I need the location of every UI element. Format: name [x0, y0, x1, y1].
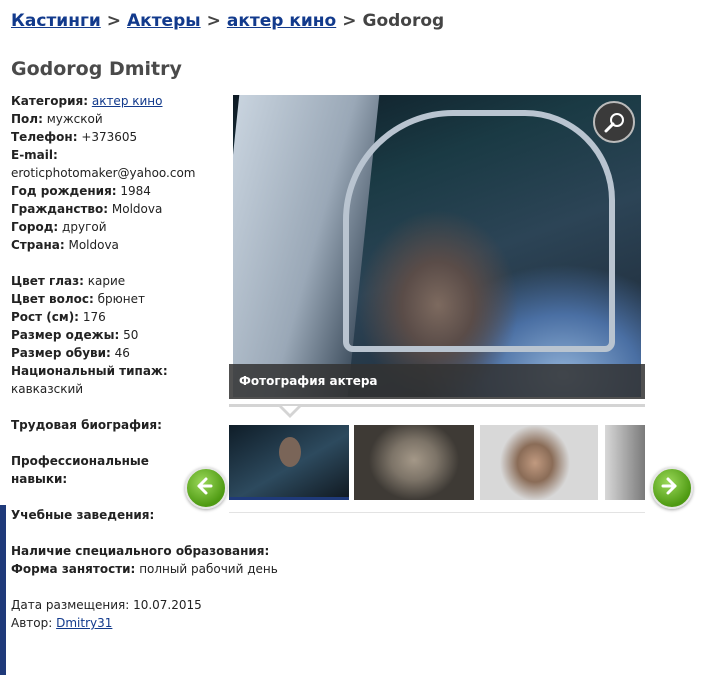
thumbnail-4[interactable] [605, 425, 645, 500]
info-city: Город: другой [11, 220, 107, 234]
magnifier-icon[interactable] [593, 101, 635, 143]
breadcrumb-film-actor[interactable]: актер кино [227, 11, 336, 31]
info-author: Автор: Dmitry31 [11, 616, 113, 630]
info-skills-label-1: Профессиональные [11, 454, 149, 468]
active-thumb-pointer [279, 406, 301, 418]
posted-date: Дата размещения: 10.07.2015 [11, 598, 202, 612]
photo-car-window [343, 110, 615, 352]
left-accent-bar [0, 505, 6, 675]
breadcrumb-separator: > [106, 11, 121, 31]
arrow-left-icon[interactable] [185, 467, 227, 509]
info-clothes-size: Размер одежы: 50 [11, 328, 139, 342]
thumbnail-strip-baseline [229, 512, 645, 513]
info-email-label: E-mail: [11, 148, 58, 162]
breadcrumb-separator: > [342, 11, 357, 31]
info-eye-color: Цвет глаз: карие [11, 274, 126, 288]
info-country: Страна: Moldova [11, 238, 119, 252]
info-national-type-label: Национальный типаж: [11, 364, 168, 378]
info-citizenship: Гражданство: Moldova [11, 202, 163, 216]
breadcrumb-separator: > [206, 11, 221, 31]
info-email-value: eroticphotomaker@yahoo.com [11, 166, 196, 180]
info-hair-color: Цвет волос: брюнет [11, 292, 145, 306]
main-photo[interactable] [233, 95, 641, 397]
author-link[interactable]: Dmitry31 [56, 616, 112, 630]
thumbnail-strip [229, 425, 645, 500]
breadcrumb-actors[interactable]: Актеры [127, 11, 201, 31]
info-height: Рост (см): 176 [11, 310, 106, 324]
thumbnail-2[interactable] [354, 425, 474, 500]
info-gender: Пол: мужской [11, 112, 103, 126]
page-title: Godorog Dmitry [11, 58, 182, 80]
info-phone: Телефон: +373605 [11, 130, 138, 144]
info-category: Категория: актер кино [11, 94, 163, 108]
info-shoe-size: Размер обуви: 46 [11, 346, 130, 360]
breadcrumb-current: Godorog [362, 11, 445, 31]
info-employment: Форма занятости: полный рабочий день [11, 562, 278, 576]
actor-info: Категория: актер кино Пол: мужской Телеф… [11, 92, 278, 632]
arrow-right-icon[interactable] [651, 467, 693, 509]
photo-caption: Фотография актера [229, 364, 645, 399]
info-work-bio: Трудовая биография: [11, 418, 162, 432]
info-birth-year: Год рождения: 1984 [11, 184, 151, 198]
info-national-type-value: кавказский [11, 382, 84, 396]
thumbnail-3[interactable] [480, 425, 598, 500]
info-schools: Учебные заведения: [11, 508, 155, 522]
info-special-education: Наличие специального образования: [11, 544, 270, 558]
category-link[interactable]: актер кино [92, 94, 163, 108]
breadcrumb: Кастинги > Актеры > актер кино > Godorog [11, 11, 444, 31]
breadcrumb-castings[interactable]: Кастинги [11, 11, 101, 31]
thumbnail-1[interactable] [229, 425, 349, 500]
